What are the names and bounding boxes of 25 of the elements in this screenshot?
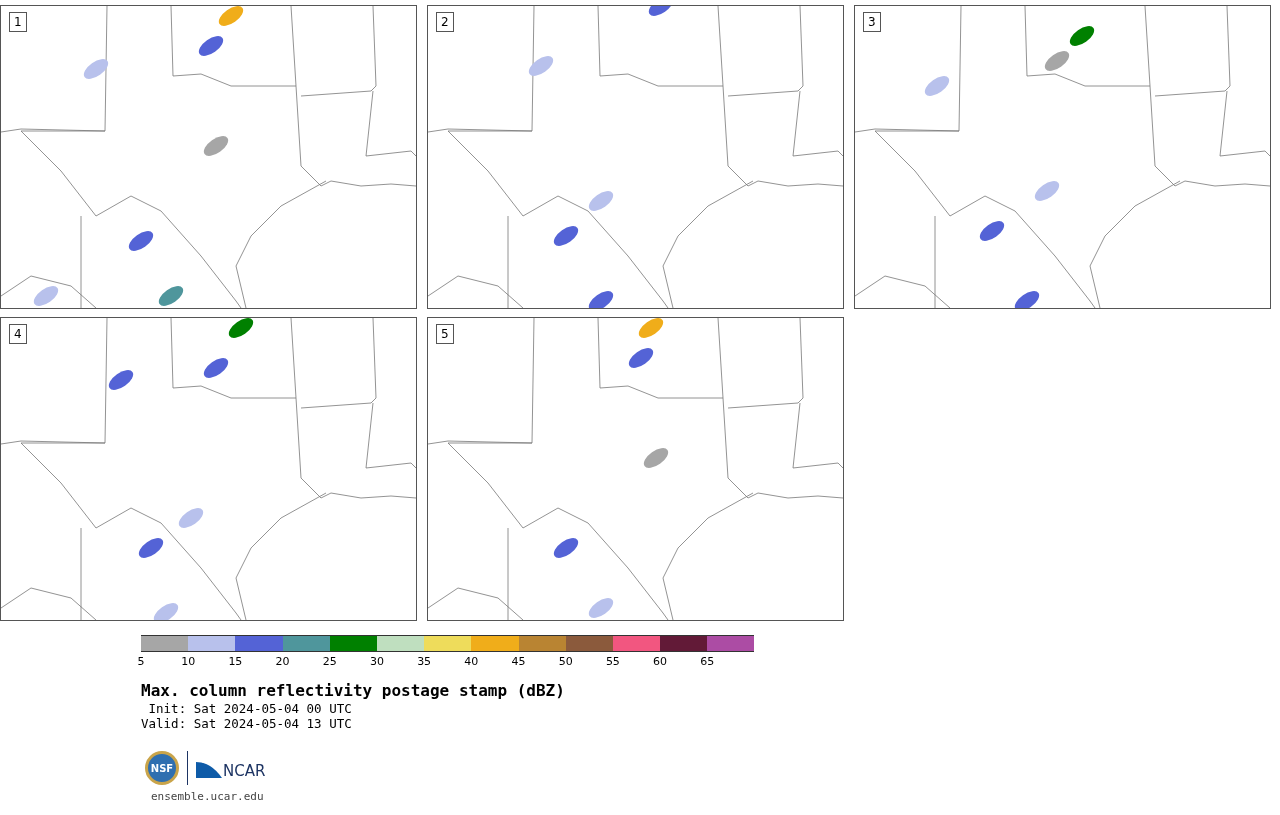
init-time: Init: Sat 2024-05-04 00 UTC [147,701,353,716]
nsf-logo: NSF [145,751,179,785]
tick-label: 35 [417,655,432,668]
panel-number: 4 [9,324,27,344]
website-url: ensemble.ucar.edu [151,789,265,805]
tick-label: 40 [464,655,479,668]
tick-label: 60 [653,655,668,668]
tick-label: 20 [275,655,290,668]
tick-label: 15 [228,655,243,668]
tick-label: 65 [700,655,715,668]
panel-number: 3 [863,12,881,32]
panel-number: 2 [436,12,454,32]
tick-label: 30 [369,655,384,668]
panel-number: 1 [9,12,27,32]
tick-label: 10 [181,655,196,668]
panel-number: 5 [436,324,454,344]
tick-label: 55 [605,655,620,668]
tick-label: 50 [558,655,573,668]
ncar-logo: NCAR [196,756,266,780]
tick-label: 5 [137,655,145,668]
tick-label: 45 [511,655,526,668]
chart-title: Max. column reflectivity postage stamp (dBZ) [141,681,566,701]
swoosh-icon [196,760,222,780]
valid-time: Valid: Sat 2024-05-04 13 UTC [141,716,353,731]
tick-label: 25 [322,655,337,668]
